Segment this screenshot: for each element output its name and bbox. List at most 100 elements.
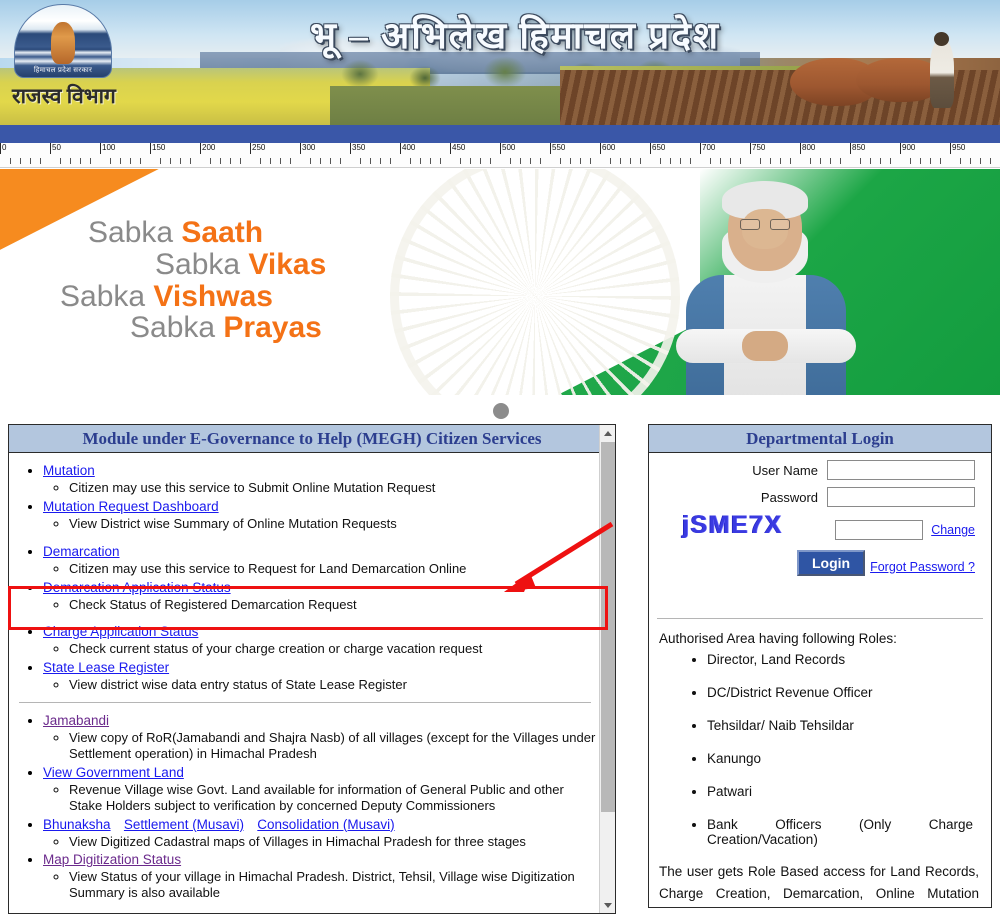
service-item: Bhunaksha Settlement (Musavi) Consolidat… — [43, 816, 597, 850]
scroll-up-arrow-icon[interactable] — [600, 425, 615, 441]
service-description: View Digitized Cadastral maps of Village… — [69, 834, 597, 850]
service-description: View District wise Summary of Online Mut… — [69, 516, 597, 532]
ruler-label: 950 — [952, 143, 966, 152]
departmental-login-panel: Departmental Login User Name Password jS… — [648, 424, 992, 908]
login-action-row: Login Forgot Password ? — [649, 550, 991, 584]
forgot-password-link[interactable]: Forgot Password ? — [870, 560, 975, 574]
password-row: Password — [649, 487, 991, 507]
username-input[interactable] — [827, 460, 975, 480]
captcha-change-link[interactable]: Change — [931, 523, 975, 537]
ruler-label: 100 — [102, 143, 116, 152]
service-link-bhunaksha[interactable]: Bhunaksha — [43, 817, 111, 832]
role-access-paragraph: The user gets Role Based access for Land… — [659, 864, 979, 901]
service-link-mutation-request-dashboard[interactable]: Mutation Request Dashboard — [43, 499, 219, 514]
scrollbar-thumb[interactable] — [601, 442, 615, 812]
service-description: Check current status of your charge crea… — [69, 641, 597, 657]
ruler-label: 400 — [402, 143, 416, 152]
site-header-banner: हिमाचल प्रदेश सरकार राजस्व विभाग भू – अभ… — [0, 0, 1000, 125]
pm-hand — [742, 331, 788, 361]
header-farmer — [930, 40, 954, 108]
slogan-line-4: Sabka Prayas — [130, 312, 480, 344]
captcha-input[interactable] — [835, 520, 924, 540]
slogan-line-2: Sabka Vikas — [155, 248, 480, 281]
ashoka-emblem-icon — [51, 22, 75, 64]
ruler-label: 50 — [52, 143, 61, 152]
service-group: Jamabandi View copy of RoR(Jamabandi and … — [13, 712, 597, 901]
ruler-label: 650 — [652, 143, 666, 152]
ruler-label: 200 — [202, 143, 216, 152]
service-item: Mutation Citizen may use this service to … — [43, 462, 597, 496]
service-description-list: View Status of your village in Himachal … — [43, 869, 597, 901]
authorised-area-heading: Authorised Area having following Roles: — [659, 631, 897, 646]
site-title-hindi: भू – अभिलेख हिमाचल प्रदेश — [309, 16, 721, 57]
service-description: Check Status of Registered Demarcation R… — [69, 597, 597, 613]
ruler-label: 300 — [302, 143, 316, 152]
carousel-indicator-dot[interactable] — [493, 403, 509, 419]
service-description-list: Check Status of Registered Demarcation R… — [43, 597, 597, 613]
pm-portrait-image — [650, 179, 880, 395]
service-description: Revenue Village wise Govt. Land availabl… — [69, 782, 597, 814]
service-description-list: View district wise data entry status of … — [43, 677, 597, 693]
service-link-demarcation[interactable]: Demarcation — [43, 544, 120, 559]
service-link-state-lease-register[interactable]: State Lease Register — [43, 660, 169, 675]
login-panel-title: Departmental Login — [649, 425, 991, 453]
promo-carousel[interactable]: Sabka Saath Sabka Vikas Sabka Vishwas Sa… — [0, 169, 1000, 395]
service-link-charge-application-status[interactable]: Charge Application Status — [43, 624, 198, 639]
role-item: Patwari — [707, 784, 991, 799]
ruler-label: 700 — [702, 143, 716, 152]
login-panel-divider — [657, 618, 983, 619]
services-scrollbar[interactable] — [599, 425, 615, 913]
service-link-jamabandi[interactable]: Jamabandi — [43, 713, 109, 728]
service-group: Mutation Citizen may use this service to … — [13, 462, 597, 532]
service-item: State Lease Register View district wise d… — [43, 659, 597, 693]
service-item: Charge Application Status Check current s… — [43, 623, 597, 657]
ruler-label: 500 — [502, 143, 516, 152]
ruler-label: 250 — [252, 143, 266, 152]
username-label: User Name — [752, 462, 818, 478]
logo-subtitle: राजस्व विभाग — [12, 84, 116, 108]
login-form: User Name Password jSME7X Change Login F… — [649, 460, 991, 612]
service-link-view-government-land[interactable]: View Government Land — [43, 765, 184, 780]
role-item-bank-officers: Bank Officers (Only ChargeCreation/Vacat… — [707, 817, 991, 847]
service-link-consolidation-musavi[interactable]: Consolidation (Musavi) — [257, 817, 394, 832]
ruler-label: 450 — [452, 143, 466, 152]
ruler-label: 0 — [2, 143, 7, 152]
scroll-down-arrow-icon[interactable] — [600, 897, 615, 913]
megh-panel-title: Module under E-Governance to Help (MEGH)… — [9, 425, 615, 453]
service-description-list: View District wise Summary of Online Mut… — [43, 516, 597, 532]
service-description: View copy of RoR(Jamabandi and Shajra Na… — [69, 730, 597, 762]
service-item: Mutation Request Dashboard View District … — [43, 498, 597, 532]
role-item: Tehsildar/ Naib Tehsildar — [707, 718, 991, 733]
slogan-3-grey: Sabka — [60, 279, 146, 313]
pm-glasses-left — [740, 219, 760, 230]
hp-government-logo: हिमाचल प्रदेश सरकार — [8, 4, 120, 94]
header-farmer-head — [934, 32, 949, 46]
password-input[interactable] — [827, 487, 975, 507]
service-link-demarcation-application-status[interactable]: Demarcation Application Status — [43, 580, 231, 595]
service-description-list: View copy of RoR(Jamabandi and Shajra Na… — [43, 730, 597, 762]
service-link-mutation[interactable]: Mutation — [43, 463, 95, 478]
group-gap — [13, 532, 597, 541]
slogan-3-orange: Vishwas — [153, 279, 273, 313]
service-description-list: Revenue Village wise Govt. Land availabl… — [43, 782, 597, 814]
service-item: Map Digitization Status View Status of yo… — [43, 851, 597, 901]
service-link-settlement-musavi[interactable]: Settlement (Musavi) — [124, 817, 244, 832]
captcha-image: jSME7X — [682, 511, 783, 539]
service-description-list: View Digitized Cadastral maps of Village… — [43, 834, 597, 850]
service-item: View Government Land Revenue Village wise… — [43, 764, 597, 814]
group-gap — [13, 612, 597, 621]
login-button[interactable]: Login — [797, 550, 866, 576]
carousel-bottom-rule — [0, 395, 1000, 397]
service-description-list: Citizen may use this service to Request … — [43, 561, 597, 577]
logo-caption: हिमाचल प्रदेश सरकार — [33, 66, 93, 74]
service-link-map-digitization-status[interactable]: Map Digitization Status — [43, 852, 181, 867]
service-description: View Status of your village in Himachal … — [69, 869, 597, 901]
ruler-label: 600 — [602, 143, 616, 152]
service-group: Charge Application Status Check current s… — [13, 623, 597, 693]
ruler-label: 550 — [552, 143, 566, 152]
role-item: DC/District Revenue Officer — [707, 685, 991, 700]
ruler-label: 850 — [852, 143, 866, 152]
service-description-list: Check current status of your charge crea… — [43, 641, 597, 657]
blue-separator-bar — [0, 125, 1000, 143]
slogan-4-grey: Sabka — [130, 311, 216, 345]
